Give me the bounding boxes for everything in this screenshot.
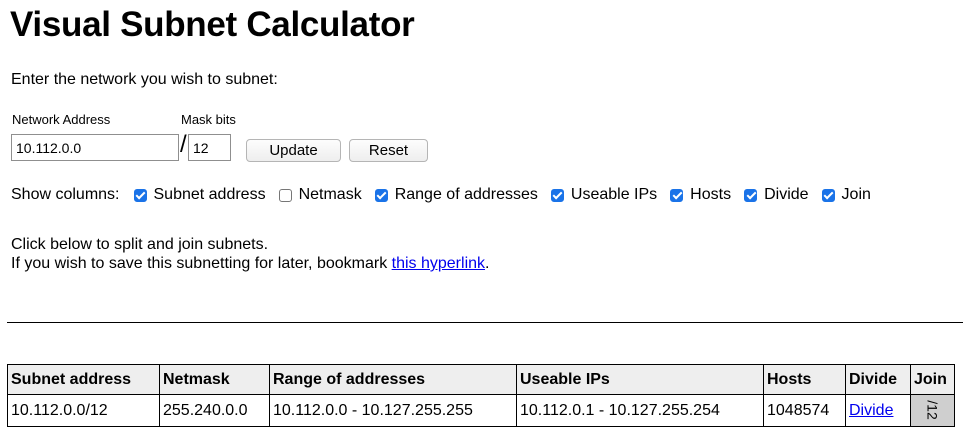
help-line-2-suffix: . bbox=[485, 255, 490, 272]
help-text: Click below to split and join subnets. I… bbox=[11, 235, 489, 273]
checkbox-useable-ips[interactable] bbox=[550, 188, 564, 202]
header-subnet-address: Subnet address bbox=[7, 364, 160, 395]
show-columns-row: Show columns: Subnet address Netmask Ran… bbox=[11, 186, 871, 204]
table-header-row: Subnet address Netmask Range of addresse… bbox=[7, 364, 955, 395]
divide-link[interactable]: Divide bbox=[849, 402, 893, 419]
network-address-label: Network Address bbox=[12, 112, 111, 127]
bookmark-link[interactable]: this hyperlink bbox=[392, 255, 485, 272]
checkbox-divide[interactable] bbox=[744, 188, 758, 202]
join-mask-text: /12 bbox=[924, 399, 941, 420]
checkbox-range[interactable] bbox=[374, 188, 388, 202]
subnet-table: Subnet address Netmask Range of addresse… bbox=[7, 364, 955, 427]
column-toggle-label: Join bbox=[841, 186, 871, 203]
help-line-2: If you wish to save this subnetting for … bbox=[11, 254, 489, 273]
help-line-1: Click below to split and join subnets. bbox=[11, 236, 269, 253]
checkbox-netmask[interactable] bbox=[278, 188, 292, 202]
header-join: Join bbox=[910, 364, 955, 395]
page-title: Visual Subnet Calculator bbox=[10, 5, 415, 44]
show-columns-label: Show columns: bbox=[11, 186, 120, 203]
cell-hosts: 1048574 bbox=[763, 394, 846, 427]
column-toggle-label: Useable IPs bbox=[570, 186, 658, 203]
column-toggle-subnet-address[interactable]: Subnet address bbox=[133, 186, 266, 204]
header-range: Range of addresses bbox=[269, 364, 517, 395]
checkbox-hosts[interactable] bbox=[670, 188, 684, 202]
cell-divide: Divide bbox=[845, 394, 911, 427]
column-toggle-hosts[interactable]: Hosts bbox=[670, 186, 731, 204]
divider bbox=[7, 322, 963, 323]
header-netmask: Netmask bbox=[159, 364, 270, 395]
update-button[interactable]: Update bbox=[246, 139, 341, 162]
reset-button[interactable]: Reset bbox=[349, 139, 428, 162]
checkbox-join[interactable] bbox=[821, 188, 835, 202]
join-cell[interactable]: /12 bbox=[910, 394, 955, 427]
slash-separator: / bbox=[180, 131, 187, 158]
network-address-input[interactable] bbox=[11, 134, 179, 161]
header-useable-ips: Useable IPs bbox=[516, 364, 764, 395]
header-hosts: Hosts bbox=[763, 364, 846, 395]
header-divide: Divide bbox=[845, 364, 911, 395]
column-toggle-label: Hosts bbox=[690, 186, 732, 203]
column-toggle-range[interactable]: Range of addresses bbox=[374, 186, 538, 204]
column-toggle-label: Subnet address bbox=[153, 186, 266, 203]
column-toggle-join[interactable]: Join bbox=[821, 186, 871, 204]
checkbox-subnet-address[interactable] bbox=[133, 188, 147, 202]
column-toggle-divide[interactable]: Divide bbox=[744, 186, 809, 204]
mask-bits-label: Mask bits bbox=[181, 112, 236, 127]
mask-bits-input[interactable] bbox=[188, 134, 231, 161]
help-line-2-prefix: If you wish to save this subnetting for … bbox=[11, 255, 392, 272]
cell-range: 10.112.0.0 - 10.127.255.255 bbox=[269, 394, 517, 427]
column-toggle-label: Netmask bbox=[298, 186, 362, 203]
column-toggle-label: Divide bbox=[764, 186, 809, 203]
column-toggle-label: Range of addresses bbox=[394, 186, 538, 203]
table-row: 10.112.0.0/12 255.240.0.0 10.112.0.0 - 1… bbox=[7, 394, 955, 427]
cell-useable-ips: 10.112.0.1 - 10.127.255.254 bbox=[516, 394, 764, 427]
column-toggle-useable-ips[interactable]: Useable IPs bbox=[550, 186, 658, 204]
cell-subnet-address: 10.112.0.0/12 bbox=[7, 394, 160, 427]
column-toggle-netmask[interactable]: Netmask bbox=[278, 186, 362, 204]
cell-netmask: 255.240.0.0 bbox=[159, 394, 270, 427]
intro-text: Enter the network you wish to subnet: bbox=[11, 71, 278, 88]
